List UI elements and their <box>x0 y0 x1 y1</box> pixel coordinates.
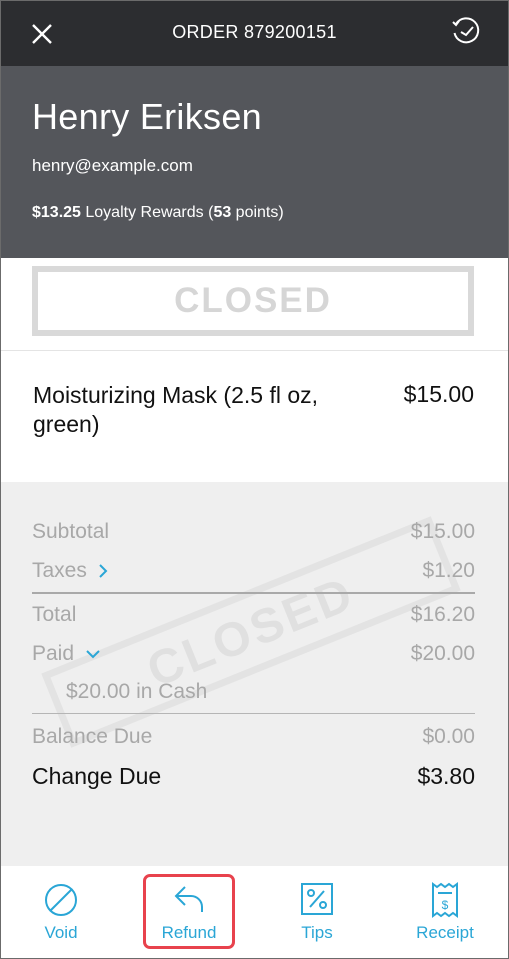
refund-icon <box>174 886 203 912</box>
percent-icon <box>301 883 333 915</box>
loyalty-points: 53 <box>213 204 232 221</box>
balance-divider <box>32 713 475 714</box>
customer-email: henry@example.com <box>32 156 193 175</box>
void-label: Void <box>44 923 78 942</box>
total-divider <box>32 592 475 594</box>
loyalty-text: Loyalty Rewards ( <box>80 204 214 221</box>
chevron-down-icon[interactable] <box>84 648 102 660</box>
order-summary: CLOSED Subtotal $15.00 Taxes $1.20 Total… <box>1 482 508 866</box>
taxes-value: $1.20 <box>422 559 475 582</box>
total-value: $16.20 <box>410 603 475 626</box>
paid-value: $20.00 <box>410 642 475 665</box>
chevron-right-icon[interactable] <box>97 562 109 580</box>
svg-text:$: $ <box>442 898 449 912</box>
total-label: Total <box>32 603 77 626</box>
total-row: Total $16.20 <box>32 603 475 627</box>
refund-label: Refund <box>161 923 217 942</box>
taxes-row[interactable]: Taxes $1.20 <box>32 559 475 583</box>
loyalty-rewards: $13.25 Loyalty Rewards (53 points) <box>32 204 284 222</box>
refund-button[interactable]: Refund <box>129 866 249 958</box>
receipt-icon: $ <box>432 882 458 918</box>
customer-panel: Henry Eriksen henry@example.com $13.25 L… <box>1 66 508 258</box>
change-label: Change Due <box>32 763 162 789</box>
loyalty-suffix: points) <box>231 204 284 221</box>
balance-label: Balance Due <box>32 725 153 748</box>
change-row: Change Due $3.80 <box>32 763 475 790</box>
order-title: ORDER 879200151 <box>172 22 337 42</box>
balance-value: $0.00 <box>422 725 475 748</box>
status-section: CLOSED <box>1 258 508 351</box>
clock-history-icon[interactable] <box>450 15 482 47</box>
paid-row[interactable]: Paid $20.00 <box>32 642 475 666</box>
taxes-label: Taxes <box>32 559 87 582</box>
paid-cash-text: $20.00 in Cash <box>66 680 208 703</box>
loyalty-amount: $13.25 <box>32 204 81 221</box>
subtotal-label: Subtotal <box>32 520 110 543</box>
receipt-button[interactable]: $ Receipt <box>385 866 505 958</box>
order-line-item[interactable]: Moisturizing Mask (2.5 fl oz, green) $15… <box>1 351 508 482</box>
customer-name: Henry Eriksen <box>32 96 262 137</box>
receipt-label: Receipt <box>416 923 474 942</box>
void-button[interactable]: Void <box>1 866 121 958</box>
tips-button[interactable]: Tips <box>257 866 377 958</box>
paid-label: Paid <box>32 642 75 665</box>
closed-status-badge: CLOSED <box>32 266 474 336</box>
subtotal-value: $15.00 <box>410 520 475 543</box>
action-bar: Void Refund Tips $ Receipt <box>1 866 508 958</box>
void-icon <box>45 884 77 916</box>
balance-row: Balance Due $0.00 <box>32 725 475 749</box>
item-price: $15.00 <box>403 381 474 407</box>
paid-cash-detail: $20.00 in Cash <box>66 680 475 704</box>
item-name: Moisturizing Mask (2.5 fl oz, green) <box>33 382 319 437</box>
change-value: $3.80 <box>417 763 475 789</box>
top-bar: ORDER 879200151 <box>1 1 508 66</box>
tips-label: Tips <box>301 923 333 942</box>
subtotal-row: Subtotal $15.00 <box>32 520 475 544</box>
